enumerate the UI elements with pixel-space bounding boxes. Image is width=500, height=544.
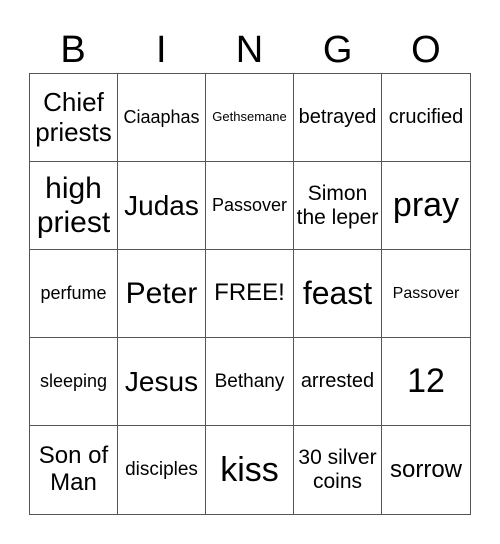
cell-label: betrayed <box>298 106 377 129</box>
cell-label: Ciaaphas <box>123 107 200 128</box>
header-letter-b: B <box>60 29 86 71</box>
bingo-cell[interactable]: perfume <box>30 250 118 338</box>
bingo-cell[interactable]: Passover <box>206 162 294 250</box>
bingo-cell[interactable]: crucified <box>382 74 470 162</box>
bingo-cell[interactable]: sorrow <box>382 426 470 514</box>
bingo-cell[interactable]: disciples <box>118 426 206 514</box>
header-letter-i: I <box>156 29 167 71</box>
bingo-card-grid: Chief priests Ciaaphas Gethsemane betrayed c… <box>29 73 471 515</box>
cell-label: Passover <box>211 195 288 216</box>
cell-label: pray <box>392 186 460 225</box>
cell-label: 30 silver coins <box>298 446 377 493</box>
cell-label: sleeping <box>39 371 108 392</box>
cell-label: perfume <box>40 283 107 304</box>
cell-label: high priest <box>36 171 111 239</box>
header-letter-o: O <box>411 29 441 71</box>
bingo-cell[interactable]: pray <box>382 162 470 250</box>
bingo-cell[interactable]: high priest <box>30 162 118 250</box>
cell-label: kiss <box>220 450 279 489</box>
bingo-cell[interactable]: Judas <box>118 162 206 250</box>
cell-label: Passover <box>392 284 460 302</box>
cell-label: FREE! <box>214 279 285 307</box>
cell-label: disciples <box>125 459 198 481</box>
cell-label: crucified <box>388 106 464 129</box>
cell-label: 12 <box>407 362 445 401</box>
cell-label: sorrow <box>389 455 462 483</box>
cell-label: Gethsemane <box>212 109 287 125</box>
header-letter-n: N <box>235 29 264 71</box>
bingo-cell[interactable]: Simon the leper <box>294 162 382 250</box>
header-letter-g: G <box>322 29 353 71</box>
bingo-cell[interactable]: Ciaaphas <box>118 74 206 162</box>
cell-label: Son of Man <box>38 442 109 496</box>
bingo-cell[interactable]: Jesus <box>118 338 206 426</box>
bingo-cell[interactable]: sleeping <box>30 338 118 426</box>
bingo-header: B I N G O <box>29 28 470 72</box>
bingo-cell[interactable]: Son of Man <box>30 426 118 514</box>
bingo-cell[interactable]: 30 silver coins <box>294 426 382 514</box>
bingo-cell[interactable]: Chief priests <box>30 74 118 162</box>
bingo-cell[interactable]: Bethany <box>206 338 294 426</box>
cell-label: Chief priests <box>35 87 112 147</box>
bingo-cell[interactable]: betrayed <box>294 74 382 162</box>
cell-label: Jesus <box>124 365 199 397</box>
cell-label: Peter <box>125 276 198 310</box>
bingo-cell[interactable]: 12 <box>382 338 470 426</box>
bingo-cell[interactable]: feast <box>294 250 382 338</box>
bingo-cell[interactable]: arrested <box>294 338 382 426</box>
cell-label: Simon the leper <box>296 181 379 229</box>
cell-label: feast <box>302 274 373 311</box>
bingo-cell[interactable]: Passover <box>382 250 470 338</box>
cell-label: Bethany <box>214 370 285 392</box>
cell-label: Judas <box>124 189 199 221</box>
free-space-cell[interactable]: FREE! <box>206 250 294 338</box>
cell-label: arrested <box>300 370 375 393</box>
bingo-cell[interactable]: Peter <box>118 250 206 338</box>
bingo-cell[interactable]: kiss <box>206 426 294 514</box>
bingo-cell[interactable]: Gethsemane <box>206 74 294 162</box>
